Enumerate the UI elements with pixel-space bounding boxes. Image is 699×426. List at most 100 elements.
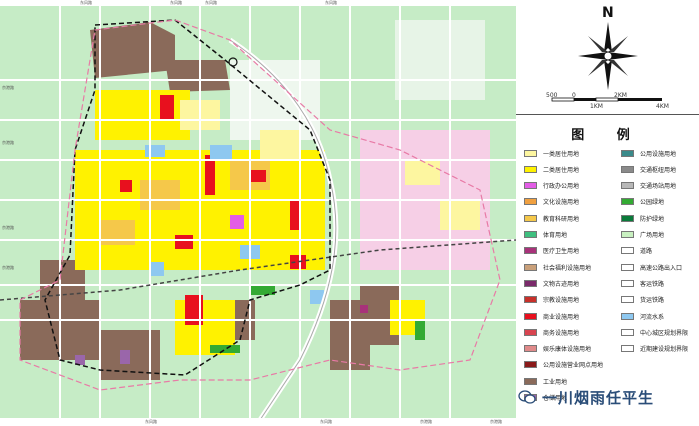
road-label: 京港路: [2, 85, 14, 90]
scale-tick: 4KM: [656, 103, 669, 110]
legend-label: 宗教设施用地: [543, 297, 580, 305]
legend-item: 货运铁路: [621, 295, 664, 305]
legend-title: 图 例: [571, 128, 644, 143]
legend-item: 广场用地: [621, 230, 664, 240]
road-label: 京港路: [2, 225, 14, 230]
north-label: N: [602, 5, 614, 21]
road-label: 东风路: [325, 0, 337, 5]
legend-label: 近期建设规划界限: [640, 346, 689, 354]
watermark: 一川烟雨任平生: [518, 384, 698, 410]
legend-item: 娱乐康体设施用地: [524, 344, 591, 354]
legend-swatch: [621, 214, 634, 222]
legend-label: 教育科研用地: [543, 215, 580, 223]
legend-label: 客运铁路: [640, 280, 665, 288]
legend-item: 文化设施用地: [524, 197, 579, 207]
legend-item: 防护绿地: [621, 213, 664, 223]
road-label: 京港路: [420, 419, 432, 424]
legend-swatch: [524, 247, 537, 255]
legend-label: 社会福利设施用地: [543, 264, 592, 272]
legend-swatch: [524, 312, 537, 320]
legend-swatch: [524, 279, 537, 287]
scale-tick: 1KM: [590, 103, 603, 110]
legend-swatch: [524, 345, 537, 353]
legend-item: 道路: [621, 246, 652, 256]
compass-scale-box: N 500 0 1KM 2KM 4KM: [516, 0, 699, 115]
road-label: 京港路: [2, 140, 14, 145]
legend-item: 文物古迹用地: [524, 278, 579, 288]
scale-tick: 2KM: [614, 92, 627, 99]
legend-swatch: [621, 231, 634, 238]
top-margin: [0, 0, 516, 6]
legend-swatch: [524, 165, 537, 173]
legend-label: 中心城区规划界限: [640, 329, 689, 337]
legend-item: 医疗卫生用地: [524, 246, 579, 256]
legend-label: 防护绿地: [640, 215, 665, 223]
road-label: 东风路: [170, 0, 182, 5]
legend-label: 河流水系: [640, 313, 665, 321]
legend-swatch: [621, 149, 634, 157]
legend-swatch: [621, 328, 634, 336]
legend-swatch: [621, 312, 634, 320]
legend-item: 公用设施营业网点用地: [524, 360, 603, 370]
legend-item: 商业设施用地: [524, 311, 579, 321]
legend-swatch: [524, 198, 537, 206]
legend-item: 社会福利设施用地: [524, 262, 591, 272]
legend-item: 交通枢纽用地: [621, 164, 676, 174]
legend-swatch: [621, 279, 634, 287]
wechat-bubble-icon: [518, 390, 536, 404]
legend-swatch: [621, 182, 634, 190]
legend-label: 高速公路出入口: [640, 264, 683, 272]
legend-swatch: [524, 361, 537, 369]
legend-swatch: [621, 345, 634, 353]
legend-label: 货运铁路: [640, 297, 665, 305]
legend-swatch: [524, 214, 537, 222]
legend-label: 商业设施用地: [543, 313, 580, 321]
legend-item: 宗教设施用地: [524, 295, 579, 305]
map-legend: 图 例 一类居住用地 二类居住用地行政办公用地文化设施用地 教育科研用地 体育用地医疗…: [516, 118, 699, 426]
legend-label: 二类居住用地: [543, 166, 580, 174]
legend-item: 客运铁路: [621, 278, 664, 288]
legend-item: 近期建设规划界限: [621, 344, 688, 354]
road-label: 东风路: [205, 0, 217, 5]
legend-swatch: [524, 296, 537, 304]
legend-item: 河流水系: [621, 311, 664, 321]
legend-item: 公园绿地: [621, 197, 664, 207]
map-canvas: [0, 0, 516, 426]
legend-label: 一类居住用地: [543, 150, 580, 158]
legend-label: 公园绿地: [640, 199, 665, 207]
legend-label: 公用设施营业网点用地: [543, 362, 604, 370]
legend-label: 交通枢纽用地: [640, 166, 677, 174]
legend-item: 体育用地: [524, 230, 567, 240]
road-label: 东风路: [145, 419, 157, 424]
legend-swatch: [621, 296, 634, 304]
bottom-margin: [0, 418, 516, 426]
legend-label: 文物古迹用地: [543, 280, 580, 288]
watermark-text: 一川烟雨任平生: [542, 388, 655, 407]
legend-label: 体育用地: [543, 232, 568, 239]
legend-label: 商务设施用地: [543, 329, 580, 337]
legend-swatch: [621, 165, 634, 173]
legend-swatch: [524, 149, 537, 157]
legend-item: 中心城区规划界限: [621, 327, 688, 337]
legend-label: 公用设施用地: [640, 150, 677, 158]
legend-item: 高速公路出入口: [621, 262, 682, 272]
road-label: 东风路: [80, 0, 92, 5]
legend-swatch: [524, 182, 537, 190]
legend-label: 医疗卫生用地: [543, 248, 580, 256]
road-label: 京港路: [2, 265, 14, 270]
legend-swatch: [621, 198, 634, 206]
legend-label: 文化设施用地: [543, 199, 580, 207]
legend-swatch: [621, 247, 634, 255]
legend-label: 娱乐康体设施用地: [543, 346, 592, 354]
legend-swatch: [524, 328, 537, 336]
legend-label: 广场用地: [640, 232, 665, 239]
road-label: 京港路: [490, 419, 502, 424]
legend-item: 交通场站用地: [621, 181, 676, 191]
legend-item: 一类居住用地: [524, 148, 579, 158]
legend-label: 道路: [640, 248, 653, 256]
planning-map-page: 东风路 东风路 东风路 东风路 京港路 京港路 京港路 京港路 东风路 东风路 …: [0, 0, 699, 426]
land-use-map[interactable]: 东风路 东风路 东风路 东风路 京港路 京港路 京港路 京港路 东风路 东风路 …: [0, 0, 516, 426]
legend-label: 交通场站用地: [640, 183, 677, 191]
legend-swatch: [621, 263, 634, 271]
legend-item: 行政办公用地: [524, 181, 579, 191]
